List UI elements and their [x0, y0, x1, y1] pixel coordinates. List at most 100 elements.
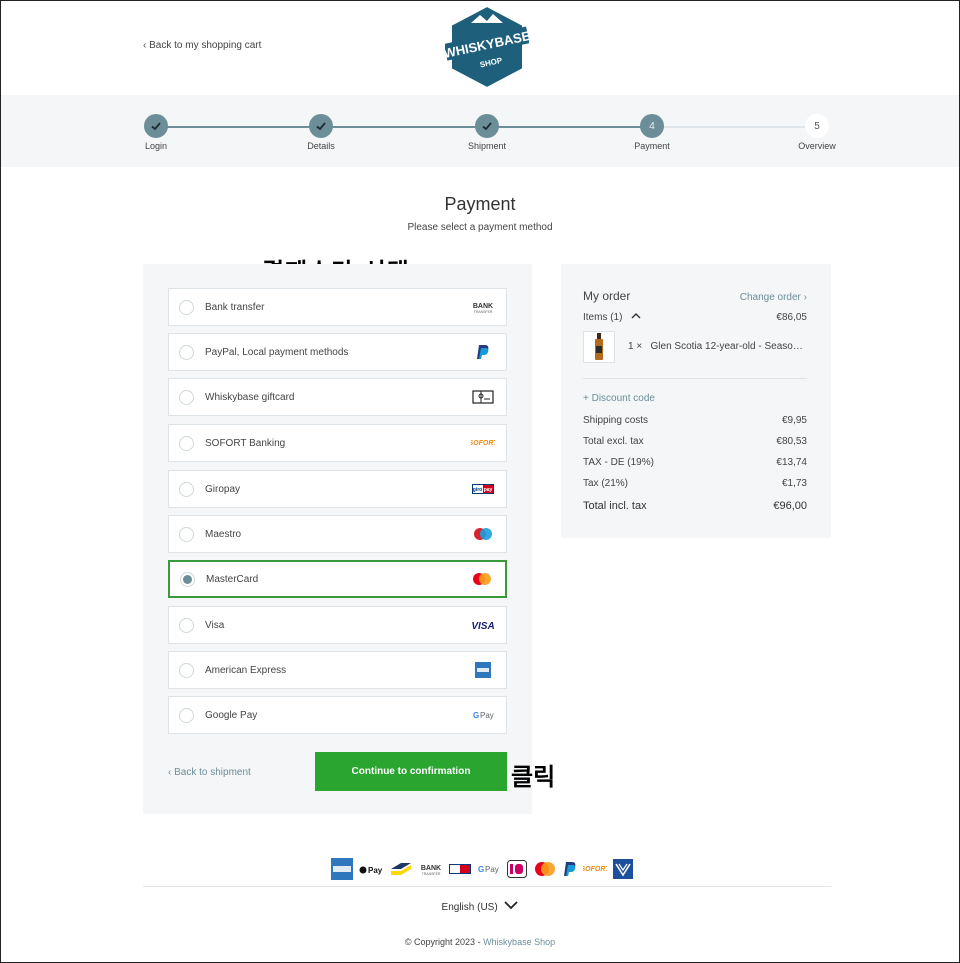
svg-text:Pay: Pay [480, 711, 494, 720]
step-number: 5 [805, 114, 829, 138]
amex-icon [470, 661, 496, 679]
giftcard-icon [470, 388, 496, 406]
payment-option-bank-transfer[interactable]: Bank transfer BANK TRANSFER [168, 288, 507, 326]
total-value: €96,00 [773, 500, 807, 512]
chevron-down-icon [504, 901, 519, 910]
step-label: Shipment [467, 141, 507, 151]
chevron-up-icon [631, 313, 641, 319]
mastercard-icon [533, 858, 557, 880]
line-label: Shipping costs [583, 415, 649, 426]
payment-option-maestro[interactable]: Maestro [168, 515, 507, 553]
payment-option-label: Maestro [205, 528, 242, 540]
items-total: €86,05 [776, 312, 807, 323]
copyright: © Copyright 2023 - Whiskybase Shop [1, 937, 959, 947]
order-divider [583, 378, 807, 379]
line-label: Total excl. tax [583, 436, 644, 447]
paypal-icon [470, 343, 496, 361]
svg-text:TRANSFER: TRANSFER [422, 872, 441, 876]
radio-button[interactable] [180, 571, 195, 587]
line-label: Tax (21%) [583, 478, 629, 489]
line-value: €9,95 [781, 415, 807, 426]
total-excl-tax-row: Total excl. tax €80,53 [583, 436, 807, 447]
paypal-icon [563, 858, 577, 880]
radio-button[interactable] [179, 299, 194, 315]
payment-option-label: PayPal, Local payment methods [205, 346, 349, 358]
svg-text:Pay: Pay [485, 865, 499, 874]
order-item-line: 1 × Glen Scotia 12-year-old - Seasonal R… [628, 341, 808, 352]
check-icon [309, 114, 333, 138]
step-login[interactable]: Login [121, 114, 191, 151]
radio-button[interactable] [179, 389, 194, 405]
step-label: Payment [634, 141, 670, 151]
svg-text:BANK: BANK [473, 303, 493, 310]
radio-button[interactable] [179, 617, 194, 633]
line-value: €1,73 [781, 478, 807, 489]
radio-button[interactable] [179, 481, 194, 497]
svg-text:pay: pay [484, 487, 493, 493]
product-thumbnail[interactable] [583, 331, 615, 363]
svg-text:TRANSFER: TRANSFER [474, 310, 493, 314]
payment-option-label: MasterCard [206, 573, 259, 585]
whisky-bottle-icon [595, 333, 603, 360]
google-pay-icon: G Pay [470, 706, 496, 724]
payment-option-label: American Express [205, 664, 287, 676]
apple-pay-icon: Pay [359, 858, 383, 880]
step-payment: 4 Payment [617, 114, 687, 151]
step-shipment[interactable]: Shipment [452, 114, 522, 151]
line-value: €80,53 [776, 436, 807, 447]
payment-option-giftcard[interactable]: Whiskybase giftcard [168, 378, 507, 416]
step-number: 4 [640, 114, 664, 138]
language-selector[interactable]: English (US) [1, 901, 959, 913]
language-label: English (US) [441, 902, 498, 913]
items-row: Items (1) €86,05 [583, 312, 807, 323]
radio-button[interactable] [179, 344, 194, 360]
item-quantity: 1 × [628, 341, 643, 352]
step-label: Details [307, 141, 335, 151]
amex-icon [331, 858, 353, 880]
payment-option-mastercard[interactable]: MasterCard [168, 560, 507, 598]
svg-text:giro: giro [473, 487, 482, 493]
line-value: €13,74 [776, 457, 807, 468]
payment-option-sofort[interactable]: SOFORT Banking SOFORT [168, 424, 507, 462]
item-name: Glen Scotia 12-year-old - Seasonal Relea… [650, 341, 808, 352]
discount-code-link[interactable]: + Discount code [583, 393, 655, 404]
footer-divider [143, 886, 831, 887]
payment-option-label: Visa [205, 619, 225, 631]
page-subtitle: Please select a payment method [407, 222, 553, 233]
payment-option-giropay[interactable]: Giropay giro pay [168, 470, 507, 508]
back-to-cart-link[interactable]: ‹ Back to my shopping cart [143, 40, 261, 51]
svg-text:Pay: Pay [368, 866, 383, 875]
radio-button[interactable] [179, 435, 194, 451]
whiskybase-logo[interactable]: WHISKYBASE SHOP [445, 5, 529, 89]
payment-option-visa[interactable]: Visa VISA [168, 606, 507, 644]
shop-home-link[interactable]: Whiskybase Shop [483, 937, 555, 947]
svg-text:SOFORT: SOFORT [471, 440, 495, 447]
radio-button[interactable] [179, 707, 194, 723]
items-label: Items (1) [583, 312, 623, 323]
svg-text:BANK: BANK [421, 865, 441, 872]
page-title: Payment [444, 194, 516, 214]
svg-text:SOFORT: SOFORT [583, 866, 607, 873]
continue-to-confirmation-button[interactable]: Continue to confirmation [315, 752, 507, 791]
order-title: My order [583, 289, 631, 303]
radio-button[interactable] [179, 662, 194, 678]
back-to-shipment-link[interactable]: ‹ Back to shipment [168, 767, 251, 778]
payment-option-paypal[interactable]: PayPal, Local payment methods [168, 333, 507, 371]
payment-option-google-pay[interactable]: Google Pay G Pay [168, 696, 507, 734]
payment-option-amex[interactable]: American Express [168, 651, 507, 689]
payment-option-label: Whiskybase giftcard [205, 391, 295, 403]
ideal-icon [507, 858, 527, 880]
items-toggle[interactable]: Items (1) [583, 312, 641, 323]
bancontact-icon [389, 858, 413, 880]
accepted-payment-logos: Pay BANKTRANSFER GPay SOFORT [331, 857, 633, 881]
change-order-link[interactable]: Change order › [740, 292, 807, 303]
step-details[interactable]: Details [286, 114, 356, 151]
svg-text:VISA: VISA [471, 621, 494, 630]
checkout-stepper: Login Details Shipment 4 Payment 5 Overv… [1, 95, 959, 167]
radio-button[interactable] [179, 526, 194, 542]
line-label: TAX - DE (19%) [583, 457, 654, 468]
copyright-text: © Copyright 2023 - [404, 937, 484, 947]
payment-option-label: Google Pay [205, 709, 258, 721]
bank-transfer-icon: BANK TRANSFER [470, 298, 496, 316]
mastercard-icon [469, 570, 495, 588]
